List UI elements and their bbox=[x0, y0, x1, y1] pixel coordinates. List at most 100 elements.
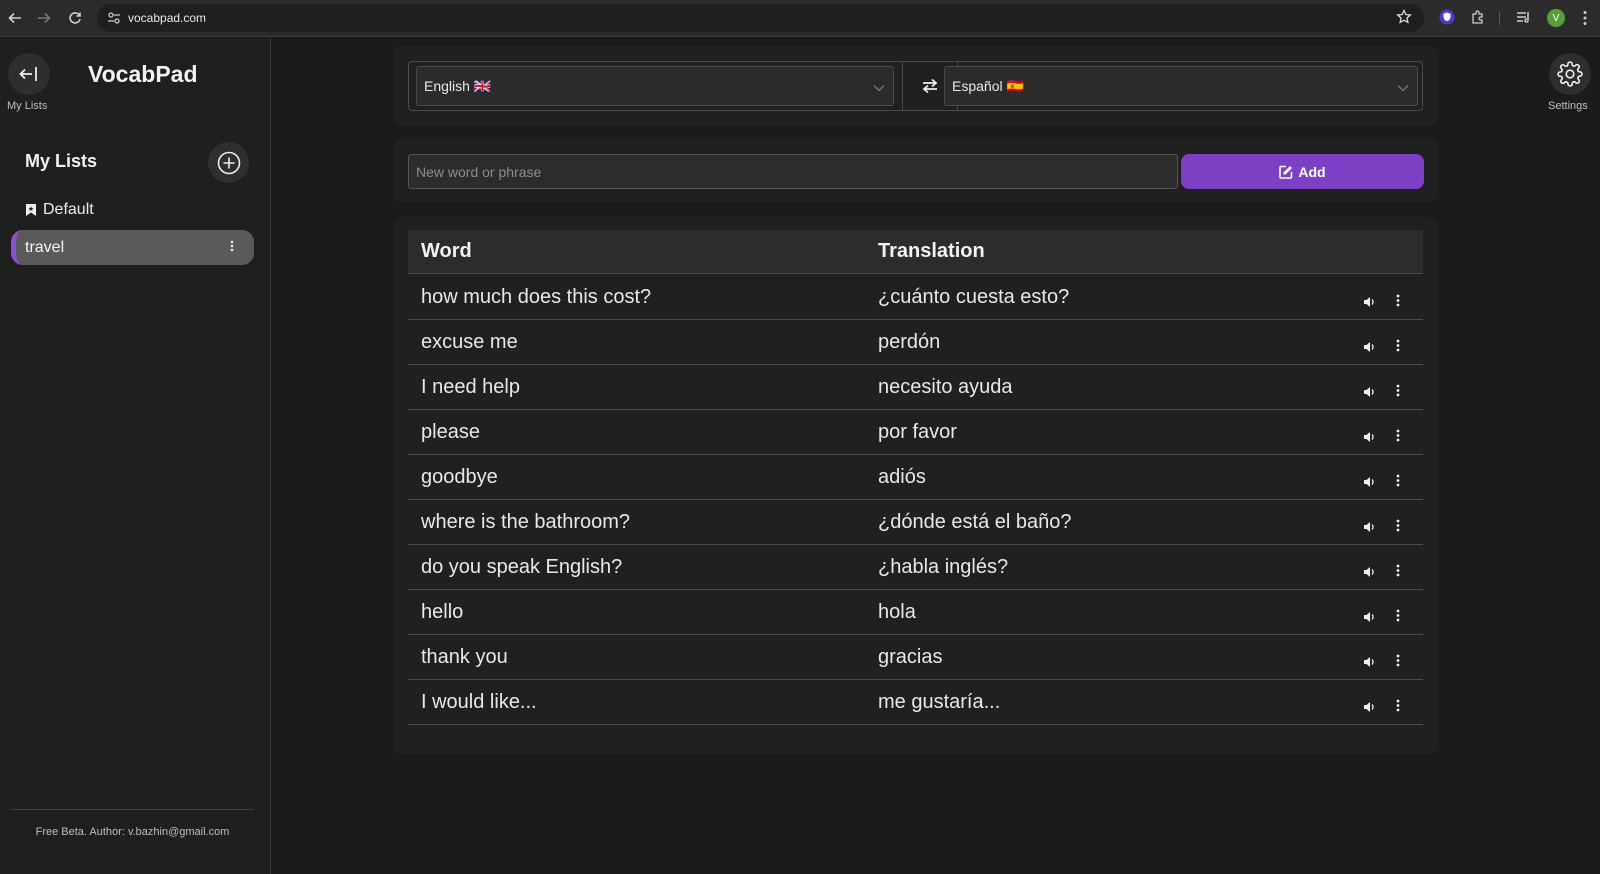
speaker-icon[interactable] bbox=[1363, 471, 1376, 494]
back-arrow-icon[interactable] bbox=[0, 3, 30, 33]
row-options-icon[interactable] bbox=[1396, 605, 1400, 628]
word-cell: hello bbox=[421, 601, 464, 623]
sidebar-item-label: travel bbox=[25, 238, 65, 256]
reload-icon[interactable] bbox=[60, 3, 90, 33]
speaker-icon[interactable] bbox=[1363, 516, 1376, 539]
table-row[interactable]: please por favor bbox=[408, 410, 1423, 455]
address-bar[interactable]: vocabpad.com bbox=[97, 4, 1424, 32]
my-lists-label: My Lists bbox=[7, 100, 48, 112]
table-row[interactable]: thank you gracias bbox=[408, 635, 1423, 680]
row-options-icon[interactable] bbox=[1396, 560, 1400, 583]
row-options-icon[interactable] bbox=[1396, 470, 1400, 493]
collapse-left-icon bbox=[19, 67, 37, 81]
translation-cell: adiós bbox=[878, 466, 926, 488]
translation-cell: hola bbox=[878, 601, 916, 623]
speaker-icon[interactable] bbox=[1363, 426, 1376, 449]
gear-icon bbox=[1557, 61, 1583, 87]
translation-cell: perdón bbox=[878, 331, 941, 353]
bookmark-icon bbox=[26, 204, 36, 216]
language-selector-card: English 🇬🇧 Español 🇪🇸 bbox=[394, 46, 1437, 126]
row-options-icon[interactable] bbox=[1396, 650, 1400, 673]
translation-cell: gracias bbox=[878, 646, 943, 668]
target-language-select[interactable]: Español 🇪🇸 bbox=[944, 66, 1418, 106]
table-header: Word Translation bbox=[408, 230, 1423, 274]
plus-circle-icon bbox=[217, 151, 240, 174]
table-body: how much does this cost? ¿cuánto cuesta e… bbox=[408, 275, 1423, 725]
table-row[interactable]: hello hola bbox=[408, 590, 1423, 635]
footer-text: Free Beta. Author: v.bazhin@gmail.com bbox=[35, 826, 230, 838]
word-cell: how much does this cost? bbox=[421, 286, 652, 308]
translation-cell: ¿dónde está el baño? bbox=[878, 511, 1072, 533]
word-cell: please bbox=[421, 421, 480, 443]
chevron-down-icon bbox=[873, 79, 885, 95]
browser-menu-icon[interactable] bbox=[1583, 10, 1587, 31]
vocabulary-table-card: Word Translation how much does this cost… bbox=[394, 217, 1437, 754]
sidebar-item-default[interactable]: Default bbox=[25, 201, 94, 219]
row-options-icon[interactable] bbox=[1396, 335, 1400, 358]
sidebar-item-label: Default bbox=[43, 201, 94, 218]
word-cell: I would like... bbox=[421, 691, 537, 713]
settings-label: Settings bbox=[1548, 100, 1588, 112]
word-column-header: Word bbox=[421, 240, 472, 262]
lists-heading: My Lists bbox=[25, 151, 98, 171]
close-sidebar-button[interactable] bbox=[8, 53, 50, 95]
table-row[interactable]: I would like... me gustaría... bbox=[408, 680, 1423, 725]
list-options-icon[interactable] bbox=[230, 239, 234, 257]
table-row[interactable]: goodbye adiós bbox=[408, 455, 1423, 500]
row-options-icon[interactable] bbox=[1396, 380, 1400, 403]
row-options-icon[interactable] bbox=[1396, 425, 1400, 448]
table-row[interactable]: do you speak English? ¿habla inglés? bbox=[408, 545, 1423, 590]
extensions-puzzle-icon[interactable] bbox=[1470, 9, 1486, 30]
edit-icon bbox=[1279, 165, 1293, 179]
word-cell: where is the bathroom? bbox=[421, 511, 631, 533]
forward-arrow-icon[interactable] bbox=[29, 3, 59, 33]
table-row[interactable]: how much does this cost? ¿cuánto cuesta e… bbox=[408, 275, 1423, 320]
row-options-icon[interactable] bbox=[1396, 695, 1400, 718]
language-pair: English 🇬🇧 Español 🇪🇸 bbox=[408, 61, 1423, 111]
speaker-icon[interactable] bbox=[1363, 336, 1376, 359]
word-cell: do you speak English? bbox=[421, 556, 623, 578]
word-cell: I need help bbox=[421, 376, 520, 398]
add-button-label: Add bbox=[1298, 163, 1326, 180]
swap-arrows-icon bbox=[922, 78, 938, 94]
sidebar: My Lists VocabPad My Lists Default trave… bbox=[0, 38, 271, 874]
add-button[interactable]: Add bbox=[1181, 154, 1424, 189]
settings-button[interactable] bbox=[1549, 53, 1591, 95]
translation-cell: ¿cuánto cuesta esto? bbox=[878, 286, 1070, 308]
profile-avatar[interactable]: V bbox=[1547, 9, 1565, 27]
reading-list-icon[interactable] bbox=[1516, 9, 1532, 30]
translation-cell: por favor bbox=[878, 421, 957, 443]
add-word-card: Add bbox=[394, 139, 1437, 202]
url-text: vocabpad.com bbox=[128, 11, 207, 25]
speaker-icon[interactable] bbox=[1363, 291, 1376, 314]
speaker-icon[interactable] bbox=[1363, 561, 1376, 584]
table-row[interactable]: where is the bathroom? ¿dónde está el bañ… bbox=[408, 500, 1423, 545]
translation-cell: necesito ayuda bbox=[878, 376, 1013, 398]
sidebar-item-travel[interactable]: travel bbox=[11, 230, 254, 265]
word-cell: excuse me bbox=[421, 331, 518, 353]
extension-shield-icon[interactable] bbox=[1439, 9, 1455, 30]
site-settings-icon[interactable] bbox=[104, 8, 124, 28]
add-list-button[interactable] bbox=[208, 142, 249, 183]
translation-cell: me gustaría... bbox=[878, 691, 1001, 713]
toolbar-divider bbox=[1499, 11, 1500, 25]
table-row[interactable]: excuse me perdón bbox=[408, 320, 1423, 365]
translation-cell: ¿habla inglés? bbox=[878, 556, 1009, 578]
chevron-down-icon bbox=[1397, 79, 1409, 95]
speaker-icon[interactable] bbox=[1363, 381, 1376, 404]
word-cell: thank you bbox=[421, 646, 508, 668]
word-cell: goodbye bbox=[421, 466, 498, 488]
speaker-icon[interactable] bbox=[1363, 651, 1376, 674]
source-language-value: English 🇬🇧 bbox=[424, 77, 492, 94]
row-options-icon[interactable] bbox=[1396, 290, 1400, 313]
speaker-icon[interactable] bbox=[1363, 696, 1376, 719]
browser-toolbar: vocabpad.com V bbox=[0, 0, 1600, 37]
new-word-input[interactable] bbox=[408, 154, 1178, 189]
speaker-icon[interactable] bbox=[1363, 606, 1376, 629]
row-options-icon[interactable] bbox=[1396, 515, 1400, 538]
bookmark-star-icon[interactable] bbox=[1396, 8, 1412, 30]
table-row[interactable]: I need help necesito ayuda bbox=[408, 365, 1423, 410]
target-language-value: Español 🇪🇸 bbox=[952, 77, 1024, 94]
app-title: VocabPad bbox=[88, 61, 198, 87]
source-language-select[interactable]: English 🇬🇧 bbox=[416, 66, 894, 106]
